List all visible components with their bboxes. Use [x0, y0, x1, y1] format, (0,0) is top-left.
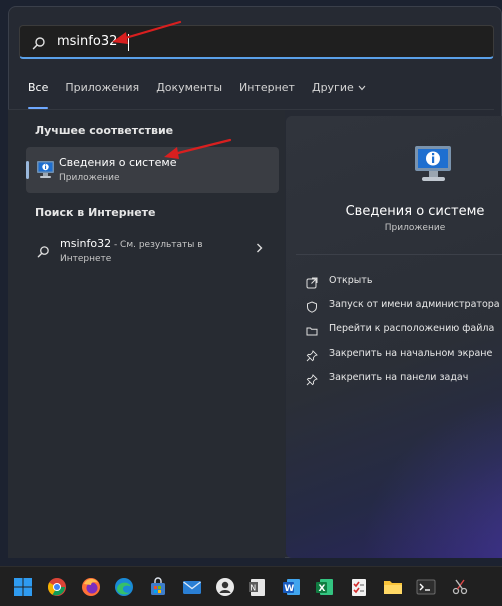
action-pin-to-start[interactable]: Закрепить на начальном экране — [306, 344, 492, 362]
action-pin-to-start-label: Закрепить на начальном экране — [329, 347, 493, 359]
chevron-right-icon[interactable] — [256, 242, 263, 257]
action-open[interactable]: Открыть — [306, 271, 372, 289]
action-run-as-admin-label: Запуск от имени администратора — [329, 298, 500, 310]
best-match-type: Приложение — [59, 173, 120, 183]
best-match-result[interactable]: Сведения о системе Приложение — [26, 147, 279, 193]
tab-apps[interactable]: Приложения — [65, 81, 139, 101]
system-information-icon — [35, 159, 57, 181]
web-result-line2: Интернете — [60, 254, 112, 264]
terminal-icon[interactable] — [415, 576, 437, 598]
folder-icon — [306, 322, 318, 336]
open-external-icon — [306, 274, 318, 289]
details-app-type: Приложение — [384, 223, 446, 233]
shield-admin-icon — [306, 298, 318, 313]
system-information-icon — [412, 144, 456, 186]
edge-icon[interactable] — [113, 576, 135, 598]
details-pane: Сведения о системе Приложение Открыть За… — [286, 116, 502, 558]
start-icon[interactable] — [12, 576, 34, 598]
action-open-file-location-label: Перейти к расположению файла — [329, 322, 495, 334]
selection-indicator — [26, 161, 29, 179]
web-result-line1: msinfo32 - См. результаты в — [60, 237, 203, 250]
tab-internet[interactable]: Интернет — [239, 81, 295, 101]
details-app-title: Сведения о системе — [345, 204, 485, 219]
action-open-label: Открыть — [329, 274, 373, 286]
annotation-arrow-search — [112, 20, 182, 44]
tab-documents[interactable]: Документы — [156, 81, 222, 101]
user-tool-icon[interactable] — [214, 576, 236, 598]
tab-other[interactable]: Другие — [312, 81, 366, 101]
taskbar: N W X — [0, 566, 502, 606]
firefox-icon[interactable] — [80, 576, 102, 598]
action-open-file-location[interactable]: Перейти к расположению файла — [306, 319, 494, 337]
store-bag-icon[interactable] — [147, 576, 169, 598]
annotation-arrow-result — [164, 138, 232, 159]
background-glow — [346, 376, 502, 558]
action-pin-to-taskbar-label: Закрепить на панели задач — [329, 371, 469, 383]
tab-all[interactable]: Все — [28, 81, 49, 109]
web-suffix: - См. результаты в — [111, 240, 203, 250]
chevron-down-icon — [358, 81, 366, 94]
action-run-as-admin[interactable]: Запуск от имени администратора — [306, 295, 500, 313]
svg-text:N: N — [250, 584, 256, 593]
chrome-icon[interactable] — [46, 576, 68, 598]
svg-text:X: X — [319, 584, 326, 594]
filter-tabs: Все Приложения Документы Интернет Другие — [28, 81, 383, 109]
search-icon — [37, 243, 50, 258]
word-icon[interactable]: W — [281, 576, 303, 598]
snipping-icon[interactable] — [449, 576, 471, 598]
svg-text:W: W — [284, 584, 294, 594]
best-match-heading: Лучшее соответствие — [35, 124, 174, 137]
tab-other-label: Другие — [311, 81, 354, 94]
search-icon — [32, 35, 46, 50]
best-match-name: Сведения о системе — [59, 156, 177, 169]
mail-icon[interactable] — [181, 576, 203, 598]
web-search-result[interactable]: msinfo32 - См. результаты в Интернете — [28, 232, 278, 272]
checklist-icon[interactable] — [348, 576, 370, 598]
excel-icon[interactable]: X — [314, 576, 336, 598]
web-search-heading: Поиск в Интернете — [35, 206, 156, 219]
notepad-icon[interactable]: N — [247, 576, 269, 598]
search-input[interactable]: msinfo32 — [19, 25, 494, 59]
details-divider — [296, 254, 502, 255]
action-pin-to-taskbar[interactable]: Закрепить на панели задач — [306, 368, 468, 386]
web-query: msinfo32 — [60, 237, 112, 250]
pin-icon — [306, 371, 318, 386]
file-explorer-icon[interactable] — [382, 576, 404, 598]
pin-icon — [306, 347, 318, 362]
